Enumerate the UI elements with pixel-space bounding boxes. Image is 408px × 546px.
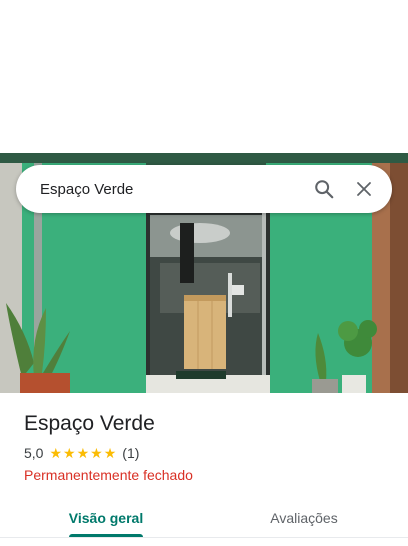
star-icon: ★ [90, 445, 103, 461]
star-icon: ★ [63, 445, 76, 461]
star-rating: ★ ★ ★ ★ ★ [49, 446, 116, 460]
rating-value: 5,0 [24, 445, 44, 461]
place-info-panel: Espaço Verde 5,0 ★ ★ ★ ★ ★ (1) Permanent… [0, 393, 408, 546]
tab-overview[interactable]: Visão geral [64, 497, 148, 538]
review-count: (1) [122, 445, 140, 461]
tab-reviews[interactable]: Avaliações [258, 497, 350, 538]
star-icon: ★ [103, 445, 117, 461]
close-button[interactable] [344, 169, 384, 209]
search-bar [16, 164, 392, 214]
search-button[interactable] [304, 169, 344, 209]
search-icon [315, 180, 334, 199]
star-icon: ★ [49, 445, 63, 461]
star-icon: ★ [76, 445, 90, 461]
map-blank-area [0, 0, 408, 153]
place-title: Espaço Verde [24, 412, 155, 435]
search-input[interactable] [16, 164, 304, 214]
tab-bar: Visão geral Avaliações [0, 497, 408, 538]
status-text: Permanentemente fechado [24, 467, 193, 483]
tabs-divider [0, 537, 408, 538]
close-icon [357, 182, 371, 196]
rating-row[interactable]: 5,0 ★ ★ ★ ★ ★ (1) [24, 445, 139, 461]
